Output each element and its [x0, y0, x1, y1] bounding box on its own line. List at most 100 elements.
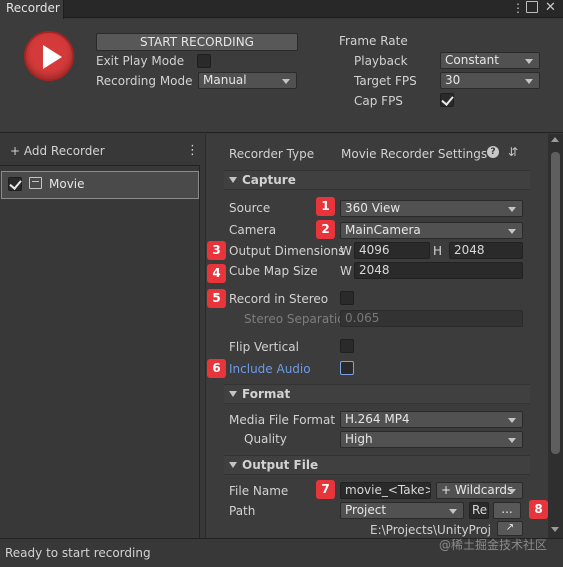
recorder-type-value: Movie Recorder Settings — [341, 147, 488, 161]
cube-map-width-label: W — [340, 264, 352, 278]
output-dimensions-label: Output Dimensions — [229, 244, 345, 258]
scrollbar-thumb[interactable] — [551, 152, 560, 454]
chevron-down-icon — [508, 418, 516, 423]
chevron-down-icon — [508, 438, 516, 443]
camera-label: Camera — [229, 223, 277, 237]
source-dropdown[interactable]: 360 View — [340, 200, 523, 217]
more-options-icon[interactable]: ⋮ — [512, 0, 524, 16]
record-in-stereo-label: Record in Stereo — [229, 292, 329, 306]
target-fps-dropdown[interactable]: 30 — [440, 72, 540, 89]
capture-section-title: Capture — [242, 173, 296, 187]
open-folder-button[interactable]: ↗ — [497, 521, 523, 536]
chevron-down-icon — [525, 59, 533, 64]
movie-recorder-icon-detail — [32, 179, 39, 182]
output-file-section-header[interactable]: Output File — [224, 455, 530, 475]
path-preview-text: E:\Projects\UnityProj — [370, 523, 491, 537]
chevron-down-icon — [282, 79, 290, 84]
status-text: Ready to start recording — [5, 546, 151, 560]
cube-map-size-label: Cube Map Size — [229, 264, 318, 278]
scroll-up-icon[interactable] — [551, 137, 559, 142]
badge-5: 5 — [207, 289, 226, 308]
window-tab[interactable]: Recorder — [0, 0, 64, 19]
cap-fps-label: Cap FPS — [354, 94, 403, 108]
chevron-down-icon — [508, 229, 516, 234]
chevron-down-icon — [449, 509, 457, 514]
media-file-format-value: H.264 MP4 — [345, 412, 410, 426]
playback-dropdown[interactable]: Constant — [440, 52, 540, 69]
list-menu-icon[interactable]: ⋮ — [186, 143, 199, 158]
chevron-down-icon — [525, 79, 533, 84]
cube-map-size-field[interactable]: 2048 — [354, 262, 523, 279]
path-root-value: Project — [345, 503, 387, 517]
frame-rate-label: Frame Rate — [339, 34, 408, 48]
height-label: H — [433, 244, 443, 258]
cap-fps-checkbox[interactable] — [440, 93, 454, 107]
path-label: Path — [229, 504, 256, 518]
browse-path-button[interactable]: ... — [493, 502, 521, 519]
source-value: 360 View — [345, 201, 401, 215]
target-fps-value: 30 — [445, 73, 461, 87]
movie-enabled-checkbox[interactable] — [8, 177, 22, 191]
quality-value: High — [345, 432, 373, 446]
recording-mode-dropdown[interactable]: Manual — [198, 72, 297, 89]
movie-recorder-icon — [29, 177, 42, 189]
camera-dropdown[interactable]: MainCamera — [340, 222, 523, 239]
recorder-inspector — [205, 134, 548, 538]
file-name-field[interactable]: movie_<Take> — [340, 482, 431, 499]
fold-arrow-icon — [229, 391, 237, 397]
playback-value: Constant — [445, 53, 499, 67]
exit-play-mode-checkbox[interactable] — [197, 54, 211, 68]
badge-1: 1 — [316, 197, 335, 216]
open-folder-icon: ↗ — [505, 522, 515, 533]
source-label: Source — [229, 201, 271, 215]
format-section-title: Format — [242, 387, 291, 401]
recording-mode-label: Recording Mode — [96, 74, 193, 88]
media-file-format-dropdown[interactable]: H.264 MP4 — [340, 411, 523, 428]
output-file-section-title: Output File — [242, 458, 319, 472]
record-in-stereo-checkbox[interactable] — [340, 291, 354, 305]
flip-vertical-checkbox[interactable] — [340, 339, 354, 353]
capture-section-header[interactable]: Capture — [224, 170, 530, 190]
wildcards-label: + Wildcards — [441, 483, 514, 497]
movie-recorder-label: Movie — [49, 177, 85, 191]
media-file-format-label: Media File Format — [229, 413, 336, 427]
recorder-type-label: Recorder Type — [229, 147, 315, 161]
width-label: W — [340, 244, 352, 258]
start-recording-button[interactable]: START RECORDING — [96, 33, 298, 51]
record-button[interactable] — [24, 31, 74, 81]
quality-dropdown[interactable]: High — [340, 431, 523, 448]
target-fps-label: Target FPS — [354, 74, 417, 88]
playback-label: Playback — [354, 54, 408, 68]
watermark: @稀土掘金技术社区 — [438, 538, 547, 552]
badge-2: 2 — [316, 220, 335, 239]
add-recorder-button[interactable]: + Add Recorder — [10, 144, 105, 158]
path-relative-field[interactable]: Re — [469, 502, 489, 519]
maximize-icon[interactable] — [526, 1, 538, 13]
badge-4: 4 — [207, 264, 226, 283]
exit-play-mode-label: Exit Play Mode — [96, 54, 185, 68]
output-height-field[interactable]: 2048 — [449, 242, 523, 259]
fold-arrow-icon — [229, 462, 237, 468]
close-icon[interactable]: ✕ — [545, 0, 556, 16]
recording-mode-value: Manual — [203, 73, 247, 87]
wildcards-dropdown[interactable]: + Wildcards — [436, 482, 523, 499]
badge-7: 7 — [316, 480, 335, 499]
camera-value: MainCamera — [345, 223, 421, 237]
format-section-header[interactable]: Format — [224, 384, 530, 404]
path-root-dropdown[interactable]: Project — [340, 502, 464, 519]
settings-sliders-icon[interactable]: ⇵ — [508, 145, 518, 159]
chevron-down-icon — [508, 207, 516, 212]
badge-8: 8 — [529, 500, 548, 519]
output-width-field[interactable]: 4096 — [354, 242, 430, 259]
scroll-down-icon[interactable] — [551, 527, 559, 532]
help-icon[interactable]: ? — [487, 146, 499, 158]
include-audio-checkbox[interactable] — [340, 361, 354, 375]
file-name-label: File Name — [229, 484, 289, 498]
stereo-separation-field: 0.065 — [340, 310, 523, 327]
badge-3: 3 — [207, 241, 226, 260]
include-audio-label: Include Audio — [229, 362, 311, 376]
quality-label: Quality — [244, 432, 287, 446]
fold-arrow-icon — [229, 177, 237, 183]
stereo-separation-label: Stereo Separatio — [244, 312, 340, 326]
flip-vertical-label: Flip Vertical — [229, 340, 299, 354]
